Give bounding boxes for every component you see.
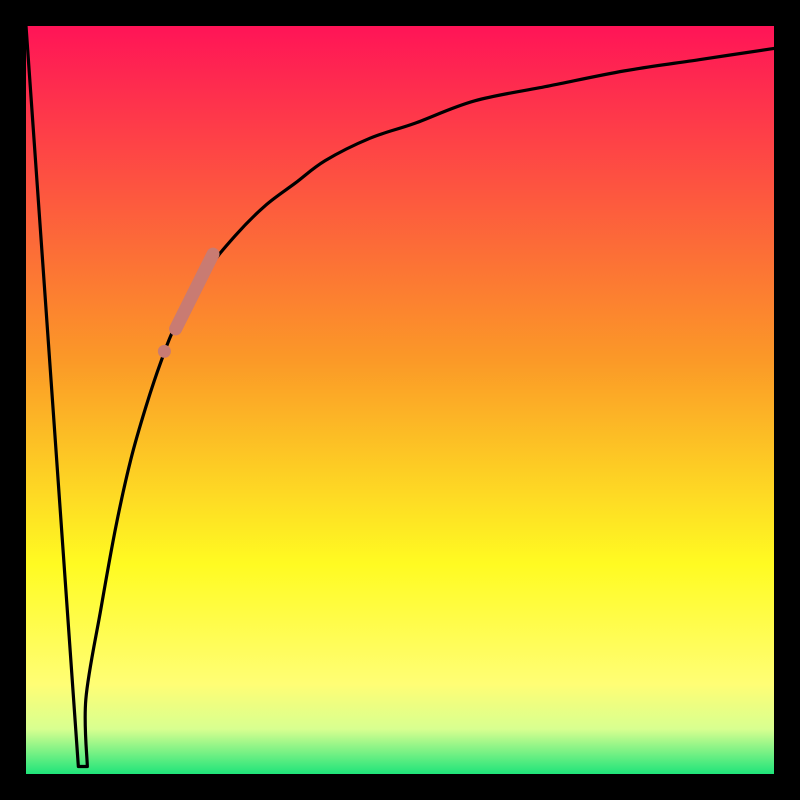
highlight-dot <box>158 345 171 358</box>
gradient-plot-area <box>26 26 774 774</box>
bottleneck-chart <box>0 0 800 800</box>
chart-frame: TheBottleneck.com <box>0 0 800 800</box>
